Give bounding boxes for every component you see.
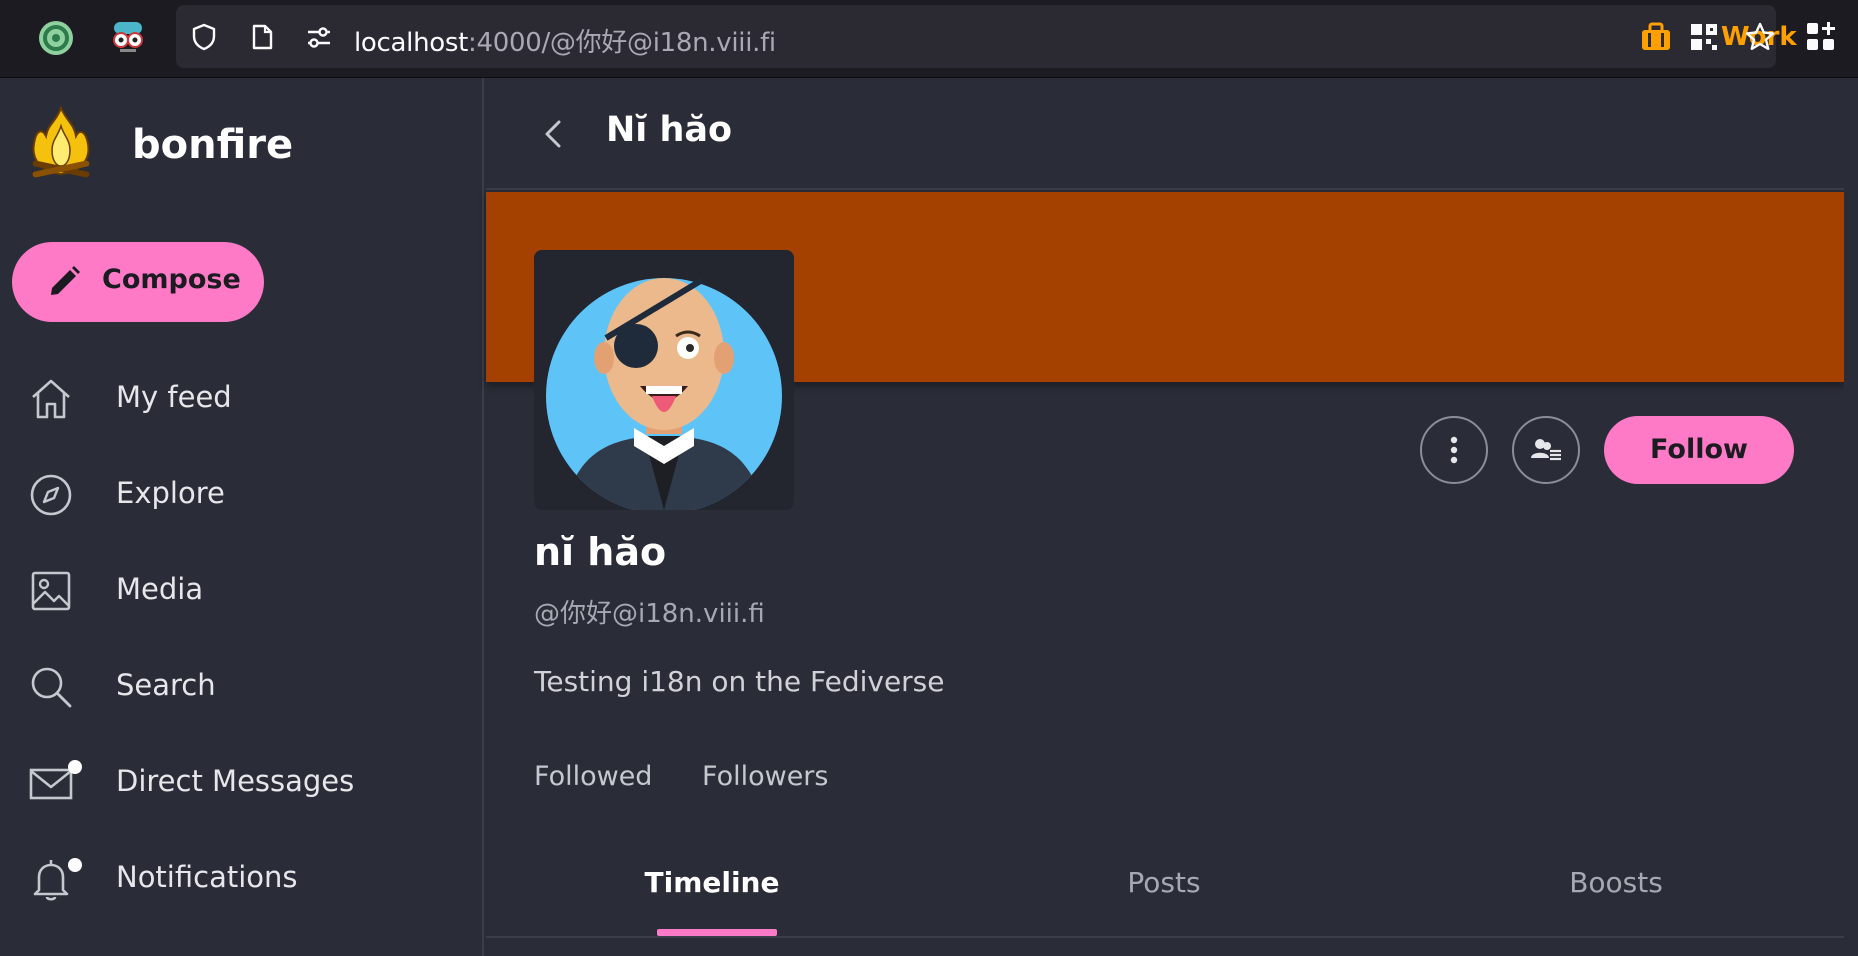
brand-name[interactable]: bonfire (132, 122, 293, 168)
url-bar[interactable]: localhost:4000/@你好@i18n.viii.fi Work (176, 5, 1797, 68)
sidebar-item-direct-messages[interactable]: Direct Messages (0, 742, 484, 822)
sidebar-item-media[interactable]: Media (0, 550, 484, 630)
image-icon (28, 568, 74, 614)
followed-link[interactable]: Followed (534, 761, 652, 792)
unread-dot (68, 858, 82, 872)
page-title: Nĭ hăo (606, 110, 733, 150)
profile-main: Nĭ hăo Follow nĭ hăo @你好@i18n.viii.fi Te… (486, 78, 1844, 956)
tab-label: Posts (1127, 866, 1201, 899)
follow-label: Follow (1650, 434, 1748, 465)
more-options-button[interactable] (1420, 416, 1488, 484)
display-name: nĭ hăo (534, 530, 667, 574)
compose-button[interactable]: Compose (12, 242, 264, 322)
tab-label: Boosts (1569, 866, 1663, 899)
sidebar-item-search[interactable]: Search (0, 646, 484, 726)
page-icon[interactable] (248, 23, 276, 51)
sidebar-item-notifications[interactable]: Notifications (0, 838, 484, 918)
shield-icon[interactable] (190, 23, 218, 51)
extensions-grid-icon[interactable] (1804, 20, 1844, 60)
tab-timeline[interactable]: Timeline (486, 848, 938, 936)
tab-boosts[interactable]: Boosts (1390, 848, 1842, 936)
follow-button[interactable]: Follow (1604, 416, 1794, 484)
tabs-divider (486, 936, 1844, 938)
unread-dot (68, 760, 82, 774)
profile-bio: Testing i18n on the Fediverse (534, 665, 945, 698)
more-vertical-icon (1450, 436, 1458, 464)
sidebar-item-label: Media (116, 572, 204, 606)
bookmark-star-icon[interactable] (1744, 21, 1775, 50)
page-header: Nĭ hăo (486, 78, 1844, 190)
sidebar-item-explore[interactable]: Explore (0, 454, 484, 534)
browser-toolbar: localhost:4000/@你好@i18n.viii.fi Work (0, 0, 1858, 78)
url-text[interactable]: localhost:4000/@你好@i18n.viii.fi (354, 22, 776, 59)
permissions-icon[interactable] (304, 23, 332, 51)
container-briefcase-icon[interactable] (1639, 21, 1670, 50)
tab-posts[interactable]: Posts (938, 848, 1390, 936)
search-icon (28, 664, 74, 710)
qr-code-icon[interactable] (1688, 21, 1717, 50)
sidebar-item-label: Notifications (116, 860, 298, 894)
avatar[interactable] (534, 250, 794, 510)
sidebar-item-label: Direct Messages (116, 764, 355, 798)
extension-green-icon[interactable] (36, 18, 76, 58)
back-button[interactable] (534, 114, 574, 154)
profile-handle: @你好@i18n.viii.fi (534, 599, 765, 629)
compose-label: Compose (102, 264, 241, 295)
sidebar: bonfire Compose My feed Explore Media Se… (0, 78, 484, 956)
pencil-icon (46, 264, 82, 303)
bonfire-logo[interactable] (26, 104, 96, 184)
users-list-icon (1531, 439, 1561, 461)
tab-label: Timeline (644, 866, 780, 899)
add-to-circle-button[interactable] (1512, 416, 1580, 484)
compass-icon (28, 472, 74, 518)
sidebar-item-label: Search (116, 668, 216, 702)
url-host: localhost (354, 28, 469, 58)
chevron-left-icon (545, 120, 561, 148)
active-tab-indicator (657, 929, 777, 936)
url-path: :4000/@你好@i18n.viii.fi (468, 28, 776, 58)
sidebar-item-label: My feed (116, 380, 232, 414)
home-icon (28, 376, 74, 422)
extension-glasses-icon[interactable] (108, 18, 148, 58)
sidebar-item-label: Explore (116, 476, 225, 510)
followers-link[interactable]: Followers (702, 761, 828, 792)
scrollbar-track[interactable] (1844, 78, 1858, 956)
profile-tabs: Timeline Posts Boosts (486, 848, 1844, 956)
sidebar-item-my-feed[interactable]: My feed (0, 358, 484, 438)
